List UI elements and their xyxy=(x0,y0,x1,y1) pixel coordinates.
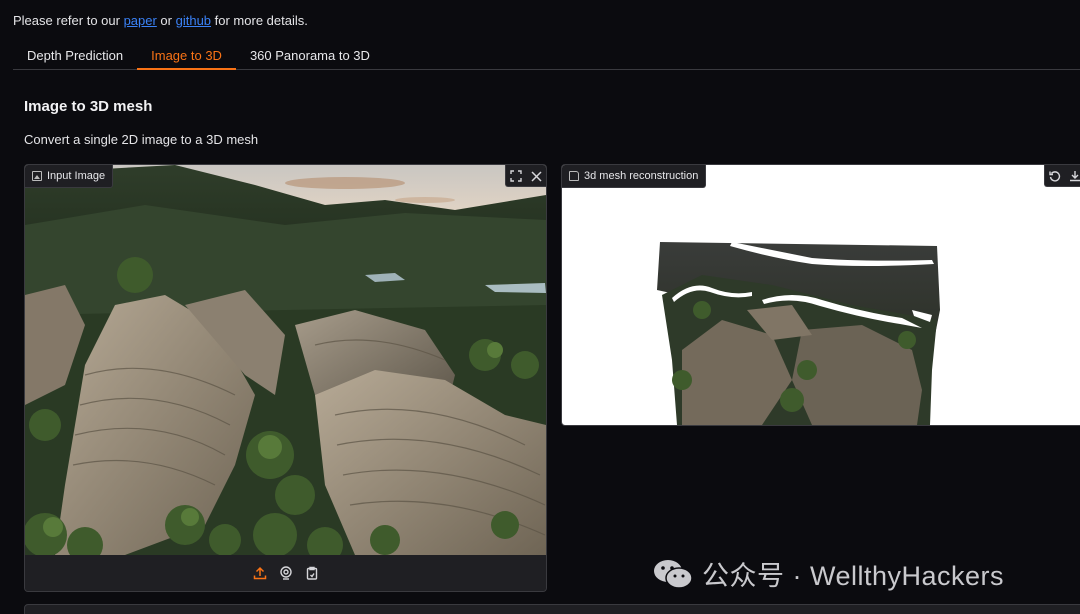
tab-image-to-3d[interactable]: Image to 3D xyxy=(137,42,236,70)
input-image-toolbar xyxy=(505,165,546,187)
mesh-output-toolbar xyxy=(1044,165,1080,187)
fullscreen-icon[interactable] xyxy=(506,165,526,187)
image-icon xyxy=(32,171,42,181)
file-icon xyxy=(569,171,579,181)
tab-360-panorama-to-3d[interactable]: 360 Panorama to 3D xyxy=(236,42,384,70)
wechat-icon xyxy=(654,559,693,589)
tab-depth-prediction[interactable]: Depth Prediction xyxy=(13,42,137,70)
mesh-output-label: 3d mesh reconstruction xyxy=(562,165,707,188)
intro-prefix: Please refer to our xyxy=(13,13,124,28)
input-image-label: Input Image xyxy=(25,165,114,188)
watermark: 公众号 · WellthyHackers xyxy=(652,554,1004,593)
input-image-panel[interactable]: Input Image xyxy=(24,164,547,592)
close-icon[interactable] xyxy=(526,165,546,187)
input-photo-landscape xyxy=(25,165,546,555)
bottom-panel-edge xyxy=(24,604,1080,614)
watermark-text: 公众号 · WellthyHackers xyxy=(702,561,1005,591)
paper-link[interactable]: paper xyxy=(124,13,157,28)
download-icon[interactable] xyxy=(1065,165,1080,187)
tab-bar: Depth Prediction Image to 3D 360 Panoram… xyxy=(13,42,1080,70)
intro-middle: or xyxy=(156,13,176,28)
upload-icon[interactable] xyxy=(252,565,268,581)
reset-icon[interactable] xyxy=(1045,165,1065,187)
webcam-icon[interactable] xyxy=(278,565,294,581)
intro-suffix: for more details. xyxy=(211,13,308,28)
github-link[interactable]: github xyxy=(176,13,211,28)
clipboard-icon[interactable] xyxy=(304,565,320,581)
mesh-output-label-text: 3d mesh reconstruction xyxy=(584,170,699,182)
section-title: Image to 3D mesh xyxy=(24,98,153,115)
mesh-render-preview xyxy=(657,242,940,425)
section-description: Convert a single 2D image to a 3D mesh xyxy=(24,132,259,147)
input-image-label-text: Input Image xyxy=(47,170,106,182)
intro-text: Please refer to our paper or github for … xyxy=(13,13,308,28)
input-image-footer xyxy=(25,555,546,591)
mesh-output-panel[interactable]: 3d mesh reconstruction xyxy=(561,164,1080,426)
